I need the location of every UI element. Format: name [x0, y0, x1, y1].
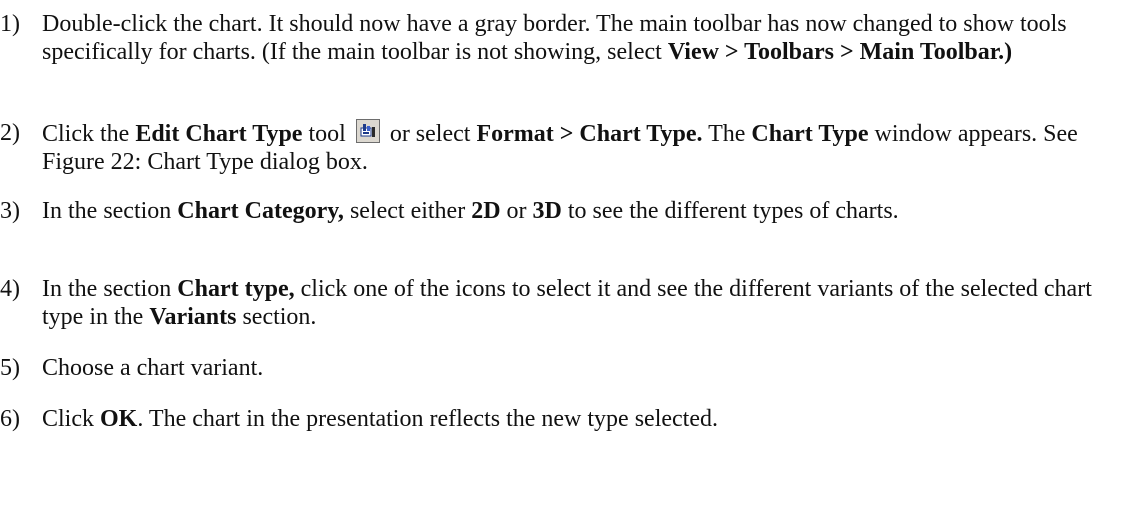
step-number: 2): [0, 120, 20, 146]
step-text-run: or select: [383, 121, 477, 147]
step-text-run: In the section: [42, 276, 178, 302]
edit-chart-type-icon: [355, 119, 380, 143]
step-3: 3) In the section Chart Category, select…: [0, 197, 1110, 225]
step-text-run: The: [702, 121, 752, 147]
step-text-run: to see the different types of charts.: [561, 198, 899, 224]
step-text: Click OK. The chart in the presentation …: [42, 405, 1110, 433]
menu-path: View > Toolbars > Main Toolbar.): [667, 39, 1013, 65]
step-number: 4): [0, 276, 20, 302]
section-name: Chart type,: [177, 276, 295, 302]
step-number: 3): [0, 198, 20, 224]
step-text: In the section Chart Category, select ei…: [42, 197, 1110, 225]
step-text-run: select either: [343, 198, 472, 224]
step-text-run: Choose a chart variant.: [42, 355, 264, 381]
step-text: In the section Chart type, click one of …: [42, 275, 1110, 331]
step-text-run: Click the: [42, 121, 136, 147]
option-2d: 2D: [471, 198, 501, 224]
step-text-run: In the section: [42, 198, 178, 224]
step-number: 6): [0, 406, 20, 432]
menu-path: Format > Chart Type.: [476, 121, 703, 147]
step-1: 1) Double-click the chart. It should now…: [0, 10, 1110, 66]
step-number: 5): [0, 355, 20, 381]
step-text-run: Click: [42, 406, 100, 432]
step-2: 2) Click the Edit Chart Type tool or sel…: [0, 119, 1110, 176]
step-text: Double-click the chart. It should now ha…: [42, 10, 1110, 66]
section-name: Chart Category,: [177, 198, 344, 224]
window-name: Chart Type: [751, 121, 869, 147]
step-text-run: . The chart in the presentation reflects…: [137, 406, 718, 432]
button-name: OK: [100, 406, 138, 432]
step-5: 5) Choose a chart variant.: [0, 354, 1110, 382]
step-text-run: tool: [302, 121, 352, 147]
option-3d: 3D: [532, 198, 562, 224]
step-4: 4) In the section Chart type, click one …: [0, 275, 1110, 331]
step-text: Choose a chart variant.: [42, 354, 1110, 382]
step-6: 6) Click OK. The chart in the presentati…: [0, 405, 1110, 433]
section-name: Variants: [149, 304, 237, 330]
tool-name: Edit Chart Type: [135, 121, 303, 147]
step-number: 1): [0, 11, 20, 37]
step-text-run: section.: [236, 304, 317, 330]
step-text: Click the Edit Chart Type tool or select…: [42, 119, 1110, 176]
step-text-run: or: [500, 198, 533, 224]
